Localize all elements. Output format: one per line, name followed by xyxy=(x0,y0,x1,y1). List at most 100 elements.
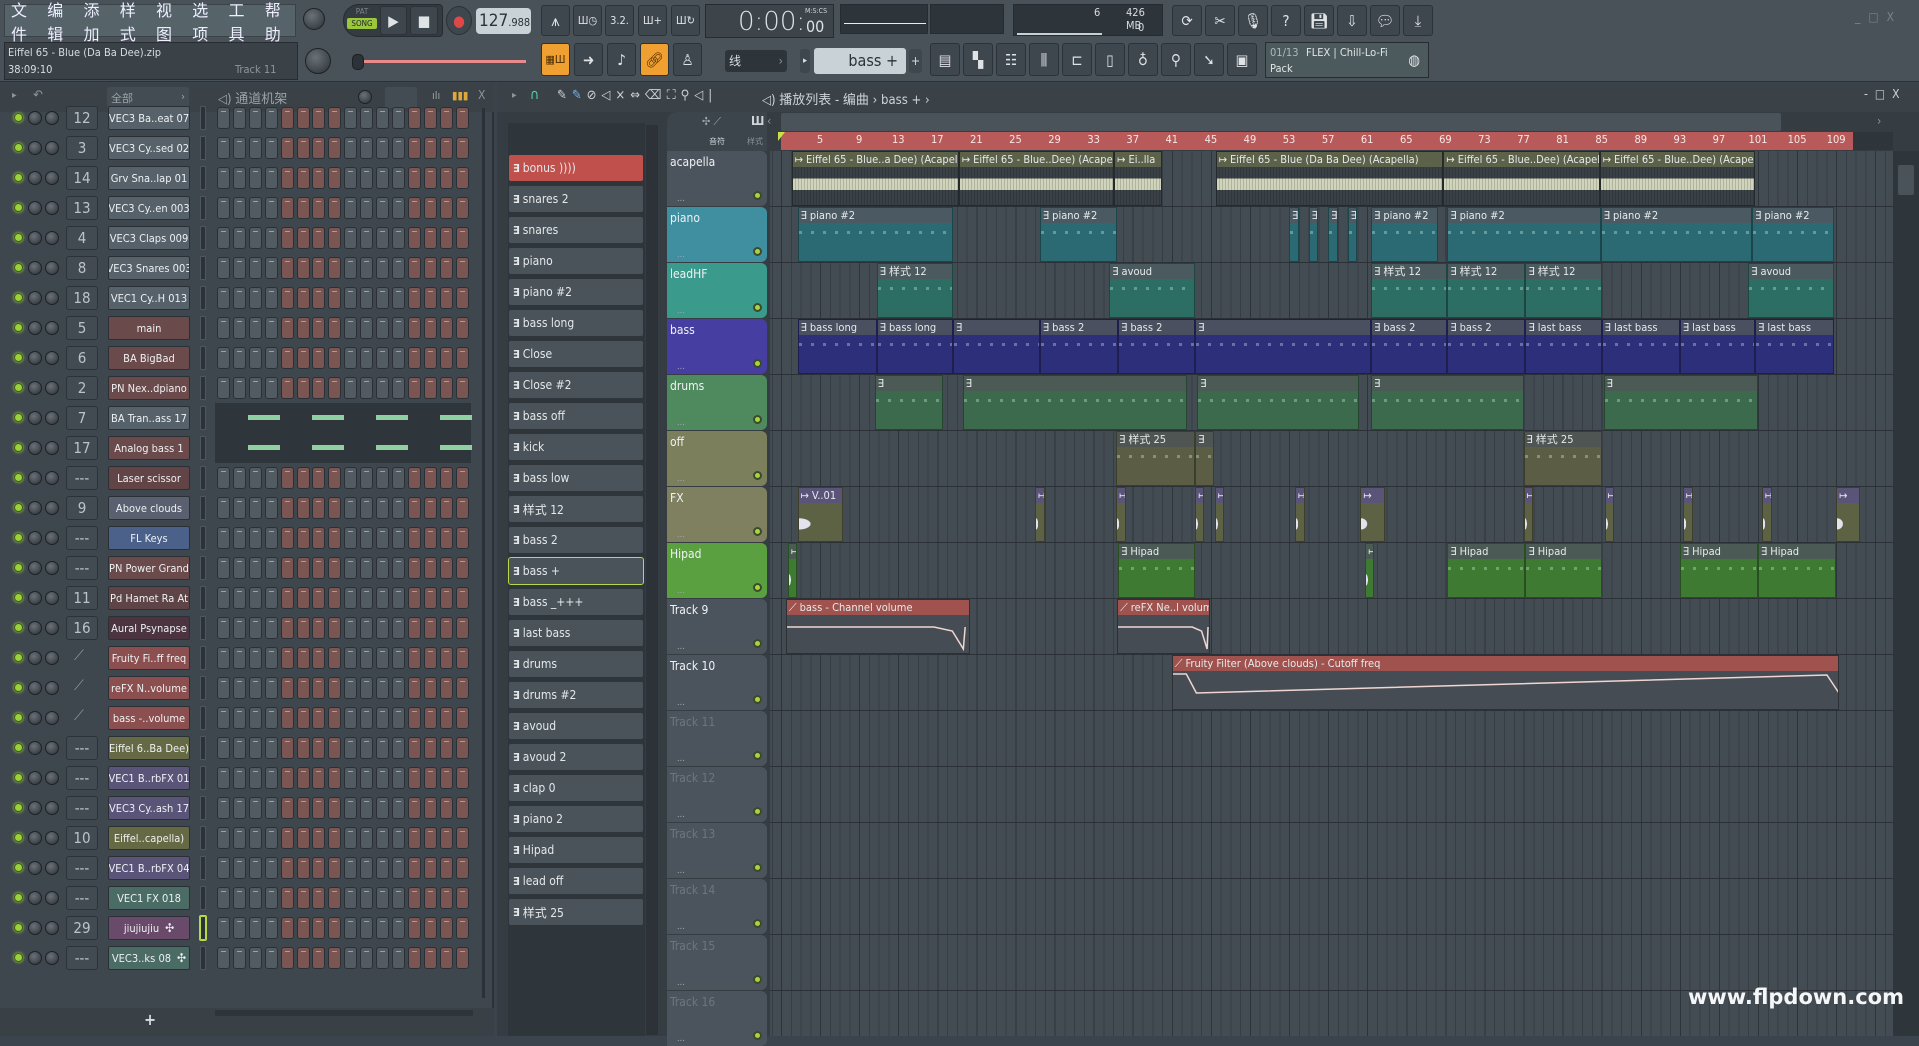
audio-icon[interactable]: ✣ ⟋ xyxy=(702,115,721,129)
step-button[interactable] xyxy=(264,107,278,129)
playlist-clip[interactable]: ∃ xyxy=(874,375,944,430)
playlist-clip[interactable]: ∃ Hipad xyxy=(1525,543,1602,598)
step-button[interactable] xyxy=(248,107,262,129)
track-enable-led[interactable] xyxy=(753,303,762,312)
step-button[interactable] xyxy=(391,647,405,669)
step-button[interactable] xyxy=(376,887,389,909)
step-button[interactable] xyxy=(439,587,453,609)
playlist-clip[interactable]: ↦ xyxy=(1682,487,1693,542)
step-button[interactable] xyxy=(248,467,262,489)
step-button[interactable] xyxy=(217,227,230,249)
step-button[interactable] xyxy=(439,527,453,549)
channel-volume-knob[interactable] xyxy=(45,591,59,605)
step-button[interactable] xyxy=(296,737,310,759)
piano-icon[interactable]: Ш xyxy=(751,114,764,128)
track-menu-icon[interactable]: ... xyxy=(677,362,685,372)
track-header[interactable]: leadHF... xyxy=(667,263,767,318)
pattern-item[interactable]: ∃ snares xyxy=(509,217,643,243)
step-button[interactable] xyxy=(423,677,437,699)
channel-volume-knob[interactable] xyxy=(45,291,59,305)
step-sequencer-icon[interactable]: ▮▮▮ xyxy=(452,89,468,102)
step-button[interactable] xyxy=(344,677,358,699)
step-button[interactable] xyxy=(376,167,389,189)
channel-mute-led[interactable] xyxy=(14,593,23,602)
pat-song-toggle[interactable]: PAT SONG xyxy=(347,7,377,35)
step-button[interactable] xyxy=(455,617,469,639)
help-button[interactable]: ? xyxy=(1271,5,1301,36)
step-button[interactable] xyxy=(407,107,421,129)
step-button[interactable] xyxy=(360,767,374,789)
step-button[interactable] xyxy=(296,797,310,819)
step-button[interactable] xyxy=(344,647,358,669)
pitch-slider-track[interactable] xyxy=(364,60,526,63)
step-button[interactable] xyxy=(280,767,294,789)
channel-pan-knob[interactable] xyxy=(28,681,42,695)
track-enable-led[interactable] xyxy=(753,919,762,928)
mixer-track-number[interactable]: 16 xyxy=(66,616,98,640)
step-button[interactable] xyxy=(232,677,246,699)
step-button[interactable] xyxy=(344,347,358,369)
ruler-bar-number[interactable]: 21 xyxy=(970,133,983,146)
browser-button[interactable]: ⊏ xyxy=(1062,43,1092,76)
step-button[interactable] xyxy=(344,827,358,849)
step-button[interactable] xyxy=(312,257,326,279)
step-button[interactable] xyxy=(391,767,405,789)
channel-pan-knob[interactable] xyxy=(28,531,42,545)
track-menu-icon[interactable]: ... xyxy=(677,586,685,596)
step-button[interactable] xyxy=(232,887,246,909)
step-button[interactable] xyxy=(455,317,469,339)
track-header[interactable]: Track 12... xyxy=(667,767,767,822)
step-button[interactable] xyxy=(296,557,310,579)
step-button[interactable] xyxy=(344,227,358,249)
channel-volume-knob[interactable] xyxy=(45,261,59,275)
step-button[interactable] xyxy=(344,137,358,159)
step-button[interactable] xyxy=(391,107,405,129)
channel-volume-knob[interactable] xyxy=(45,441,59,455)
mixer-track-number[interactable]: --- xyxy=(66,766,98,790)
track-header[interactable]: Track 9... xyxy=(667,599,767,654)
step-button[interactable] xyxy=(455,917,469,939)
step-button[interactable] xyxy=(376,227,389,249)
step-button[interactable] xyxy=(376,287,389,309)
track-menu-icon[interactable]: ... xyxy=(677,530,685,540)
step-button[interactable] xyxy=(312,347,326,369)
track-enable-led[interactable] xyxy=(753,191,762,200)
step-button[interactable] xyxy=(280,227,294,249)
step-button[interactable] xyxy=(407,167,421,189)
playlist-clip[interactable]: ↦ xyxy=(1836,487,1860,542)
channel-select-indicator[interactable] xyxy=(200,346,206,370)
step-button[interactable] xyxy=(264,287,278,309)
channel-volume-knob[interactable] xyxy=(45,771,59,785)
ruler-bar-number[interactable]: 17 xyxy=(931,133,944,146)
pattern-item[interactable]: ∃bass + ▶ xyxy=(508,557,644,585)
step-button[interactable] xyxy=(232,737,246,759)
step-button[interactable] xyxy=(248,677,262,699)
graph-editor-icon[interactable]: ılı xyxy=(432,89,440,102)
playlist-clip[interactable]: ∃ xyxy=(1195,431,1214,486)
track-menu-icon[interactable]: ... xyxy=(677,810,685,820)
step-button[interactable] xyxy=(344,857,358,879)
pattern-item[interactable]: ∃ Close #2 xyxy=(509,372,643,398)
globe-icon[interactable]: ◍ xyxy=(1408,51,1420,69)
pattern-item[interactable]: ∃ 样式 25 xyxy=(509,899,643,925)
step-button[interactable] xyxy=(455,527,469,549)
pattern-item[interactable]: ∃ drums #2 xyxy=(509,682,643,708)
channel-mute-led[interactable] xyxy=(14,683,23,692)
step-button[interactable] xyxy=(232,347,246,369)
step-button[interactable] xyxy=(280,917,294,939)
step-button[interactable] xyxy=(360,287,374,309)
step-button[interactable] xyxy=(312,587,326,609)
step-button[interactable] xyxy=(423,647,437,669)
close-channel-rack-icon[interactable]: X xyxy=(478,88,485,102)
step-button[interactable] xyxy=(232,497,246,519)
channel-volume-knob[interactable] xyxy=(45,231,59,245)
playlist-button[interactable]: ▤ xyxy=(930,43,960,76)
step-button[interactable] xyxy=(217,707,230,729)
channel-volume-knob[interactable] xyxy=(45,141,59,155)
step-button[interactable] xyxy=(423,617,437,639)
maximize-icon[interactable]: □ xyxy=(1868,10,1886,24)
pattern-item[interactable]: ∃ Close xyxy=(509,341,643,367)
step-button[interactable] xyxy=(328,677,342,699)
channel-pan-knob[interactable] xyxy=(28,801,42,815)
playlist-clip[interactable]: ↦ Eiffel 65 - Blue..Dee) (Acapella) xyxy=(1599,151,1756,206)
